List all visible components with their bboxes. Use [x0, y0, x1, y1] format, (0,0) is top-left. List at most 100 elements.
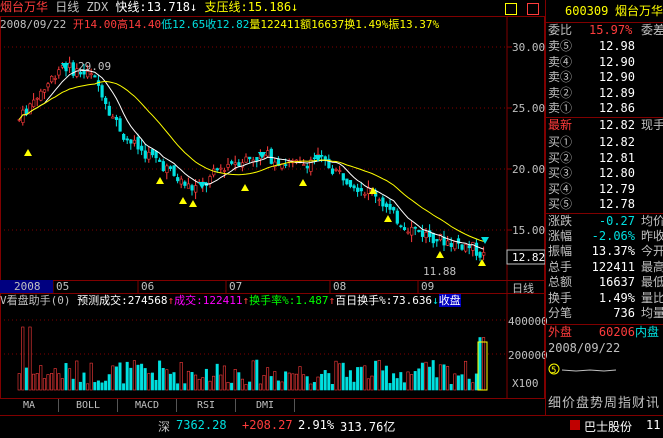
- candle-body: [150, 149, 155, 156]
- volume-bar: [287, 372, 291, 391]
- buy-row[interactable]: 买④ 12.79: [545, 182, 663, 197]
- volume-bar: [140, 363, 144, 391]
- stat-label: 振幅: [548, 244, 573, 258]
- peak-price-label: 29.09: [78, 60, 112, 73]
- arrow-down-icon: ↓: [432, 294, 439, 307]
- volume-indicator-title[interactable]: V看盘助手(0): [0, 294, 71, 307]
- sell-row[interactable]: 卖② 12.89: [545, 86, 663, 101]
- candle-body: [186, 183, 191, 189]
- last-price: 12.82: [598, 118, 635, 132]
- stat-label: 分笔: [548, 306, 573, 320]
- stat-label: 总额: [548, 275, 573, 289]
- candle-body: [460, 244, 464, 250]
- volume-bar: [122, 383, 126, 391]
- sell-label: 卖④: [548, 54, 573, 69]
- ma-formula-label[interactable]: ZDX: [87, 0, 109, 14]
- candle-body: [93, 75, 97, 78]
- tab-boll[interactable]: BOLL: [59, 399, 118, 412]
- sell-row[interactable]: 卖④ 12.90: [545, 55, 663, 70]
- current-price-marker: 12.82: [512, 251, 546, 264]
- tab-dmi[interactable]: DMI: [236, 399, 295, 412]
- candle-body: [158, 159, 162, 162]
- candle-body: [341, 173, 345, 181]
- buy-signal-icon: [241, 184, 249, 191]
- buy-signal-icon: [299, 179, 307, 186]
- volume-bar: [366, 378, 370, 391]
- sell-signal-icon: [198, 182, 206, 189]
- candle-body: [39, 90, 43, 101]
- volume-bar: [82, 372, 86, 391]
- date-axis-label: 07: [229, 280, 243, 293]
- ticker-name[interactable]: 巴士股份: [584, 418, 632, 435]
- candle-body: [467, 245, 471, 249]
- volume-bar: [24, 367, 28, 391]
- candle-body: [226, 164, 230, 168]
- tab-macd[interactable]: MACD: [118, 399, 177, 412]
- volume-bar: [176, 383, 180, 391]
- close-value: 收12.82: [205, 18, 250, 31]
- volume-bar: [453, 373, 457, 391]
- volume-bar: [39, 365, 43, 391]
- buy-row[interactable]: 买② 12.81: [545, 151, 663, 166]
- volume-bar: [114, 366, 118, 391]
- volume-bar: [186, 370, 190, 391]
- candle-body: [363, 193, 367, 196]
- wc-label: 委差: [641, 23, 663, 37]
- chart-header: 烟台万华 日线 ZDX 快线:13.718↓ 支压线:15.186↓: [0, 0, 545, 20]
- candle-body: [233, 162, 237, 165]
- sell-row[interactable]: 卖⑤ 12.98: [545, 39, 663, 54]
- candle-body: [176, 177, 180, 182]
- candle-body: [384, 203, 389, 208]
- volume-bar: [312, 382, 316, 391]
- sell-label: 卖②: [548, 85, 573, 100]
- candle-body: [194, 185, 198, 193]
- candle-body: [388, 203, 392, 210]
- tab-rsi[interactable]: RSI: [177, 399, 236, 412]
- buy-row[interactable]: 买⑤ 12.78: [545, 197, 663, 212]
- period-label[interactable]: 日线: [55, 0, 79, 14]
- stat-value: 1.49%: [598, 290, 635, 305]
- volume-bar: [183, 383, 187, 391]
- volume-bar: [32, 373, 36, 391]
- volume-bar: [248, 381, 252, 391]
- volume-bar: [478, 337, 482, 391]
- candle-body: [132, 139, 137, 144]
- candle-body: [168, 166, 173, 169]
- candle-body: [165, 165, 169, 173]
- volume-value: 量122411: [249, 18, 301, 31]
- buy-label: 买④: [548, 181, 573, 196]
- volume-bar: [215, 363, 219, 391]
- candle-body: [352, 185, 356, 189]
- volume-unit-label: X100: [512, 377, 539, 390]
- candle-body: [172, 165, 176, 176]
- candle-body: [417, 229, 421, 232]
- svg-text:5: 5: [551, 366, 556, 376]
- stat-row: 振幅 13.37% 今开: [545, 244, 663, 259]
- candle-body: [118, 118, 122, 132]
- sell-row[interactable]: 卖① 12.86: [545, 101, 663, 116]
- amount-value: 额16637: [300, 18, 345, 31]
- volume-bar: [417, 368, 421, 391]
- candle-body: [420, 230, 425, 237]
- buy-row[interactable]: 买① 12.82: [545, 135, 663, 150]
- bottom-tabs[interactable]: 细价盘势周指财讯: [548, 396, 660, 411]
- alert-icon[interactable]: [570, 420, 580, 430]
- candle-body: [244, 156, 248, 163]
- candle-body: [46, 83, 50, 88]
- volume-bar: [64, 363, 68, 391]
- buy-row[interactable]: 买③ 12.80: [545, 166, 663, 181]
- stat-extra-label: 均量: [641, 306, 663, 320]
- current-hand-label: 现手: [641, 118, 663, 132]
- window-restore-icon[interactable]: [527, 3, 539, 15]
- volume-bar: [219, 374, 223, 391]
- volume-bar: [107, 374, 111, 391]
- volume-bar: [449, 384, 453, 391]
- volume-bar: [359, 366, 363, 391]
- lock-icon[interactable]: [505, 3, 517, 15]
- bar-date: 2008/09/22: [0, 18, 67, 31]
- volume-bar: [392, 373, 396, 391]
- tab-ma[interactable]: MA: [0, 399, 59, 412]
- sell-row[interactable]: 卖③ 12.90: [545, 70, 663, 85]
- volume-bar: [158, 360, 162, 391]
- volume-bar: [420, 362, 424, 391]
